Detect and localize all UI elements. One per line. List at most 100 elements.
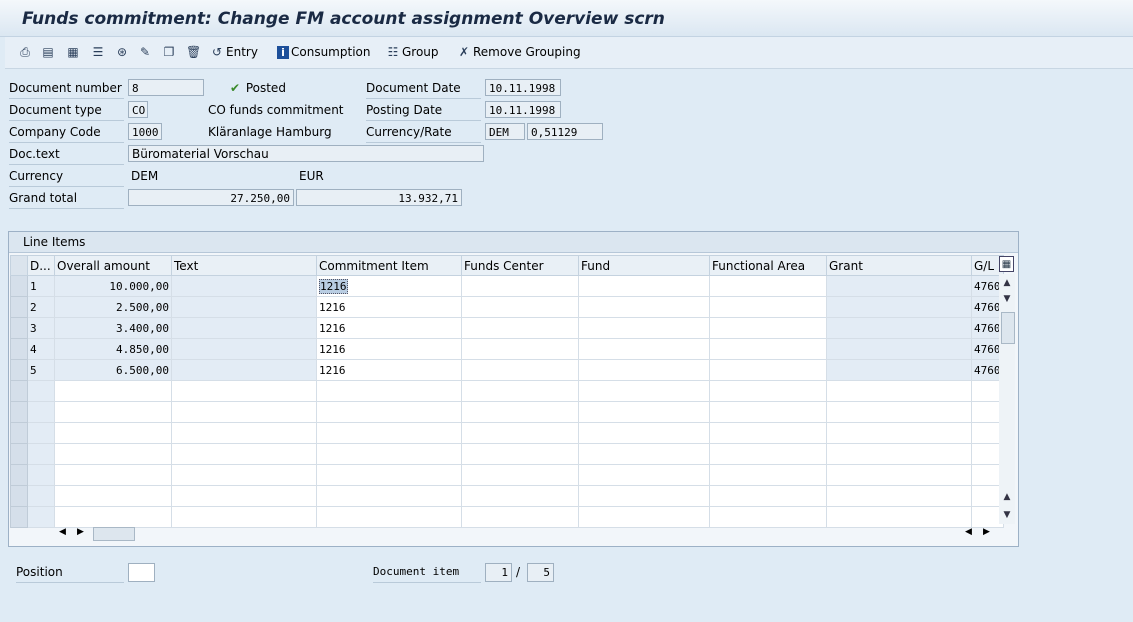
empty-cell[interactable] [54, 401, 172, 423]
empty-row[interactable] [10, 506, 1004, 528]
row-selector[interactable] [10, 506, 28, 528]
cell-fund[interactable] [578, 275, 710, 297]
document-date-field[interactable]: 10.11.1998 [485, 79, 561, 96]
empty-cell[interactable] [578, 443, 710, 465]
column-header-functional-area[interactable]: Functional Area [709, 255, 827, 276]
cell-funds-center[interactable] [461, 275, 579, 297]
cell-text[interactable] [171, 359, 317, 381]
cell-amount[interactable]: 2.500,00 [54, 296, 172, 318]
cell-amount[interactable]: 10.000,00 [54, 275, 172, 297]
empty-cell[interactable] [54, 380, 172, 402]
empty-cell[interactable] [171, 464, 317, 486]
empty-row[interactable] [10, 422, 1004, 444]
delete-button[interactable]: 🗑 [186, 43, 201, 61]
row-selector[interactable] [10, 317, 28, 339]
empty-cell[interactable] [54, 464, 172, 486]
cell-funds-center[interactable] [461, 296, 579, 318]
column-header-fund[interactable]: Fund [578, 255, 710, 276]
h-scroll-thumb[interactable] [93, 527, 135, 541]
empty-cell[interactable] [709, 506, 827, 528]
cell-funds-center[interactable] [461, 359, 579, 381]
row-selector[interactable] [10, 422, 28, 444]
empty-cell[interactable] [461, 443, 579, 465]
scroll-page-down-icon[interactable]: ▼ [999, 508, 1015, 522]
row-selector[interactable] [10, 296, 28, 318]
empty-cell[interactable] [171, 443, 317, 465]
cell-text[interactable] [171, 296, 317, 318]
empty-cell[interactable] [461, 422, 579, 444]
column-header-text[interactable]: Text [171, 255, 317, 276]
document-number-field[interactable]: 8 [128, 79, 204, 96]
posting-date-field[interactable]: 10.11.1998 [485, 101, 561, 118]
cell-funds-center[interactable] [461, 317, 579, 339]
scroll-down-icon[interactable]: ▼ [999, 292, 1015, 306]
row-selector[interactable] [10, 359, 28, 381]
empty-cell[interactable] [316, 422, 462, 444]
document-type-field[interactable]: CO [128, 101, 148, 118]
cell-fund[interactable] [578, 338, 710, 360]
empty-cell[interactable] [171, 485, 317, 507]
hierarchy-button[interactable]: ⊛ [115, 43, 129, 61]
empty-cell[interactable] [171, 401, 317, 423]
cell-fund[interactable] [578, 317, 710, 339]
empty-cell[interactable] [578, 485, 710, 507]
column-header-funds-center[interactable]: Funds Center [461, 255, 579, 276]
row-selector[interactable] [10, 464, 28, 486]
empty-cell[interactable] [826, 506, 972, 528]
empty-cell[interactable] [54, 422, 172, 444]
cell-functional-area[interactable] [709, 275, 827, 297]
empty-row[interactable] [10, 380, 1004, 402]
cell-amount[interactable]: 4.850,00 [54, 338, 172, 360]
cell-text[interactable] [171, 317, 317, 339]
cell-grant[interactable] [826, 338, 972, 360]
empty-cell[interactable] [171, 422, 317, 444]
rate-field[interactable]: 0,51129 [527, 123, 603, 140]
vertical-scrollbar[interactable]: ▲ ▼ ▲ ▼ [999, 274, 1015, 524]
empty-cell[interactable] [578, 464, 710, 486]
empty-cell[interactable] [54, 443, 172, 465]
cell-functional-area[interactable] [709, 317, 827, 339]
empty-cell[interactable] [171, 506, 317, 528]
entry-button[interactable]: ↺ Entry [210, 43, 258, 61]
company-code-field[interactable]: 1000 [128, 123, 162, 140]
row-selector[interactable] [10, 443, 28, 465]
consumption-button[interactable]: i Consumption [277, 43, 370, 61]
empty-cell[interactable] [461, 485, 579, 507]
empty-cell[interactable] [578, 506, 710, 528]
cell-commitment-item[interactable]: 1216 [316, 359, 462, 381]
empty-cell[interactable] [316, 401, 462, 423]
edit-button[interactable]: ✎ [138, 43, 152, 61]
row-selector[interactable] [10, 380, 28, 402]
scroll-left-icon[interactable]: ◀ [59, 527, 66, 537]
table-row[interactable]: 5 6.500,00 1216 4760 [10, 359, 1004, 381]
table-row[interactable]: 3 3.400,00 1216 4760 [10, 317, 1004, 339]
empty-cell[interactable] [316, 380, 462, 402]
cell-grant[interactable] [826, 317, 972, 339]
empty-cell[interactable] [709, 485, 827, 507]
copy-button[interactable]: ❐ [162, 43, 176, 61]
empty-cell[interactable] [826, 485, 972, 507]
empty-cell[interactable] [461, 506, 579, 528]
row-selector[interactable] [10, 485, 28, 507]
select-all-header[interactable] [10, 255, 28, 276]
empty-cell[interactable] [578, 401, 710, 423]
empty-row[interactable] [10, 401, 1004, 423]
empty-cell[interactable] [826, 464, 972, 486]
empty-cell[interactable] [709, 401, 827, 423]
table-row[interactable]: 4 4.850,00 1216 4760 [10, 338, 1004, 360]
column-settings-icon[interactable]: ▦ [999, 256, 1014, 272]
column-header-commitment-item[interactable]: Commitment Item [316, 255, 462, 276]
empty-cell[interactable] [826, 422, 972, 444]
scroll-right-icon[interactable]: ▶ [77, 527, 84, 537]
cell-fund[interactable] [578, 359, 710, 381]
print-button[interactable]: ⎙ [18, 43, 32, 61]
scroll-thumb[interactable] [1001, 312, 1015, 344]
empty-cell[interactable] [578, 422, 710, 444]
doc-text-field[interactable]: Büromaterial Vorschau [128, 145, 484, 162]
row-selector[interactable] [10, 338, 28, 360]
empty-cell[interactable] [461, 380, 579, 402]
empty-cell[interactable] [826, 401, 972, 423]
column-header-grant[interactable]: Grant [826, 255, 972, 276]
empty-row[interactable] [10, 464, 1004, 486]
scroll-page-up-icon[interactable]: ▲ [999, 490, 1015, 504]
